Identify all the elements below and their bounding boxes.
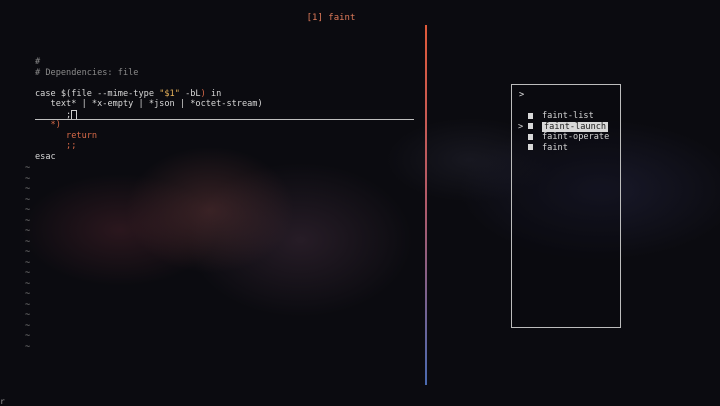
code-editor[interactable]: # # Dependencies: file case $(file --mime-… — [35, 57, 263, 162]
code-token: -bL — [179, 88, 201, 99]
empty-line-tilde: ~ — [25, 320, 31, 331]
empty-line-tilde: ~ — [25, 268, 31, 278]
cursor-line — [35, 119, 414, 120]
code-token: esac — [35, 151, 56, 162]
code-line[interactable]: case $(file --mime-type "$1" -bL) in — [35, 89, 263, 100]
code-token: *) — [50, 120, 61, 130]
code-line[interactable]: # — [35, 57, 263, 68]
empty-line-tilde: ~ — [25, 173, 31, 184]
empty-line-tilde: ~ — [25, 226, 31, 236]
code-token: ;; — [66, 141, 77, 151]
empty-line-markers: ~ ~ ~ ~ ~ ~ ~ ~ ~ ~ ~ ~ ~ ~ ~ ~ ~ ~ — [25, 163, 30, 352]
file-icon — [528, 112, 533, 119]
code-line[interactable]: text* | *x-empty | *json | *octet-stream… — [35, 99, 263, 110]
code-token: return — [66, 130, 98, 141]
empty-line-tilde: ~ — [25, 215, 31, 226]
picker-prompt[interactable]: > — [519, 90, 524, 100]
code-token: "$1" — [159, 88, 180, 99]
code-token: case $(file --mime-type — [35, 88, 160, 99]
empty-line-tilde: ~ — [25, 247, 31, 257]
window-title: [1] faint — [306, 13, 356, 23]
picker-item[interactable]: faint-list — [518, 111, 609, 122]
picker-item-label: faint-launch — [542, 121, 609, 132]
code-line[interactable]: # Dependencies: file — [35, 68, 263, 79]
code-line[interactable]: esac — [35, 152, 263, 163]
code-line[interactable]: return — [35, 131, 263, 142]
code-line[interactable] — [35, 78, 263, 89]
empty-line-tilde: ~ — [25, 205, 31, 215]
selection-marker — [518, 111, 528, 122]
empty-line-tilde: ~ — [25, 236, 31, 247]
picker-item[interactable]: faint-operate — [518, 132, 609, 143]
empty-line-tilde: ~ — [25, 341, 31, 352]
empty-line-tilde: ~ — [25, 194, 31, 205]
code-token: # — [35, 57, 41, 67]
file-icon — [528, 123, 533, 129]
vertical-split-divider[interactable] — [425, 25, 427, 385]
empty-line-tilde: ~ — [25, 278, 31, 289]
empty-line-tilde: ~ — [25, 299, 31, 310]
empty-line-tilde: ~ — [25, 257, 31, 268]
code-token: # Dependencies: file — [35, 67, 139, 78]
code-line[interactable]: *) — [35, 120, 263, 131]
empty-line-tilde: ~ — [25, 163, 31, 173]
text-cursor — [71, 109, 78, 120]
selection-marker — [518, 132, 528, 143]
code-token: text* | *x-empty | *json | *octet-stream… — [50, 99, 263, 109]
picker-item-label: faint-list — [542, 111, 594, 121]
empty-line-tilde: ~ — [25, 331, 31, 341]
empty-line-tilde: ~ — [25, 184, 31, 194]
picker-item-label: faint-operate — [542, 132, 610, 142]
picker-list: faint-list > faint-launch faint-operate fa… — [518, 111, 609, 153]
picker-item-label: faint — [542, 142, 568, 153]
picker-item[interactable]: faint — [518, 143, 609, 154]
file-icon — [528, 133, 533, 140]
empty-line-tilde: ~ — [25, 289, 31, 299]
file-picker-panel: > faint-list > faint-launch faint-operate … — [511, 84, 621, 328]
file-icon — [528, 144, 533, 150]
code-line[interactable]: ;; — [35, 141, 263, 152]
selection-marker — [518, 143, 528, 154]
empty-line-tilde: ~ — [25, 310, 31, 320]
code-token: in — [205, 88, 222, 99]
picker-item[interactable]: > faint-launch — [518, 121, 609, 133]
selection-marker: > — [518, 121, 524, 132]
